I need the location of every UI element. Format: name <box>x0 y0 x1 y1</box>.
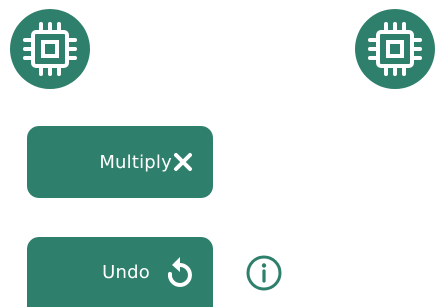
chip-icon <box>10 9 90 89</box>
chip-icon <box>355 9 435 89</box>
chip-icon-glyph <box>23 22 77 76</box>
undo-icon <box>164 255 194 289</box>
multiply-button-label: Multiply <box>99 151 172 173</box>
undo-button[interactable]: Undo <box>27 237 213 307</box>
info-icon <box>246 255 282 291</box>
chip-icon-glyph <box>368 22 422 76</box>
close-x-icon <box>172 151 194 173</box>
undo-button-label: Undo <box>102 261 150 283</box>
app-canvas: Multiply Undo <box>0 0 441 307</box>
multiply-button[interactable]: Multiply <box>27 126 213 198</box>
info-button[interactable] <box>244 253 284 293</box>
